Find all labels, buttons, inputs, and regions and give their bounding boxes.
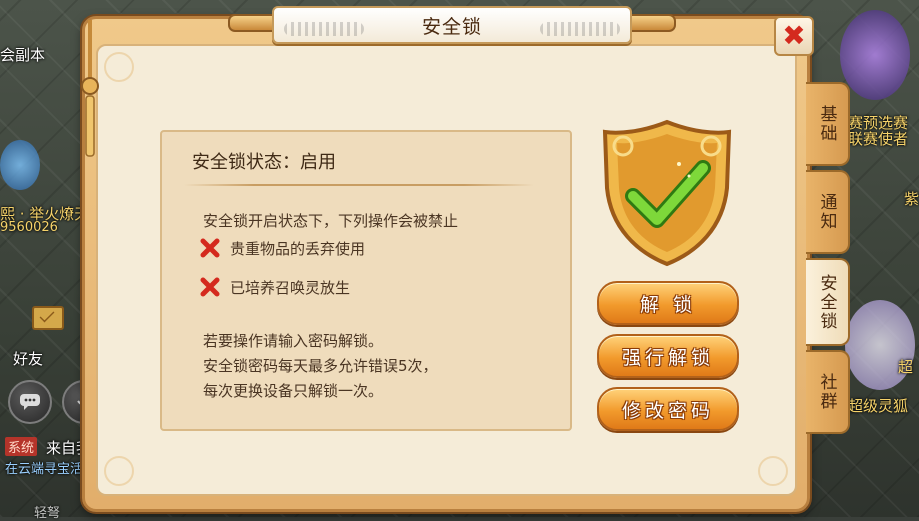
background-character-right-top xyxy=(840,10,910,100)
forbidden-x-icon xyxy=(200,277,220,297)
tab-community[interactable]: 社群 xyxy=(806,350,850,434)
close-button[interactable]: ✖ xyxy=(774,16,814,56)
shield-check-icon xyxy=(602,119,732,267)
restriction-item: 已培养召唤灵放生 xyxy=(230,279,351,297)
dialog-title: 安全锁 xyxy=(421,15,482,38)
lock-status-text: 安全锁状态：启用 xyxy=(192,152,336,173)
force-unlock-button[interactable]: 强行解锁 xyxy=(597,334,739,378)
tassel-ornament-icon xyxy=(81,20,99,157)
tab-security-lock-label: 安全锁 xyxy=(816,273,837,331)
bg-npc-label[interactable]: 联赛使者 xyxy=(848,128,908,149)
bg-pet-label-2: 超 xyxy=(898,358,914,376)
tab-security-lock[interactable]: 安全锁 xyxy=(806,258,850,346)
change-password-button[interactable]: 修改密码 xyxy=(597,387,739,431)
dialog-title-bar: 安全锁 xyxy=(272,6,632,44)
tab-basic[interactable]: 基础 xyxy=(806,82,850,166)
chat-bubble-icon xyxy=(20,394,40,410)
tab-notification-label: 通知 xyxy=(816,193,837,231)
system-channel-badge: 系统 xyxy=(5,437,38,456)
bg-npc-label-2: 紫 xyxy=(904,190,919,208)
bg-player-id: 9560026 xyxy=(0,220,58,235)
bg-friends-label[interactable]: 好友 xyxy=(13,348,43,369)
unlock-note-line: 每次更换设备只解锁一次。 xyxy=(203,382,384,400)
bg-pet-label[interactable]: 超级灵狐 xyxy=(848,395,908,416)
bg-dungeon-label[interactable]: 会副本 xyxy=(0,44,45,65)
close-icon: ✖ xyxy=(782,19,806,52)
unlock-note-line: 安全锁密码每天最多允许错误5次， xyxy=(203,357,438,375)
status-divider xyxy=(184,184,534,186)
tab-community-label: 社群 xyxy=(816,373,837,411)
force-unlock-button-label: 强行解锁 xyxy=(621,346,714,369)
change-password-button-label: 修改密码 xyxy=(621,399,714,422)
title-ink-decoration xyxy=(540,22,620,36)
unlock-note-line: 若要操作请输入密码解锁。 xyxy=(203,332,384,350)
corner-decoration xyxy=(758,456,788,486)
mail-icon[interactable] xyxy=(32,306,64,330)
forbidden-x-icon xyxy=(200,238,220,258)
corner-decoration xyxy=(104,52,134,82)
bg-chat-line-2: 在云端寻宝活 xyxy=(5,462,84,477)
title-ink-decoration xyxy=(284,22,364,36)
tab-basic-label: 基础 xyxy=(816,105,837,143)
unlock-button[interactable]: 解 锁 xyxy=(597,281,739,325)
tab-notification[interactable]: 通知 xyxy=(806,170,850,254)
bg-bottom-label: 轻弩 xyxy=(34,506,61,521)
restriction-item: 贵重物品的丢弃使用 xyxy=(230,240,366,258)
corner-decoration xyxy=(104,456,134,486)
unlock-button-label: 解 锁 xyxy=(639,293,697,316)
restriction-intro: 安全锁开启状态下，下列操作会被禁止 xyxy=(203,212,459,230)
background-character-left xyxy=(0,140,40,190)
chat-button[interactable] xyxy=(8,380,52,424)
